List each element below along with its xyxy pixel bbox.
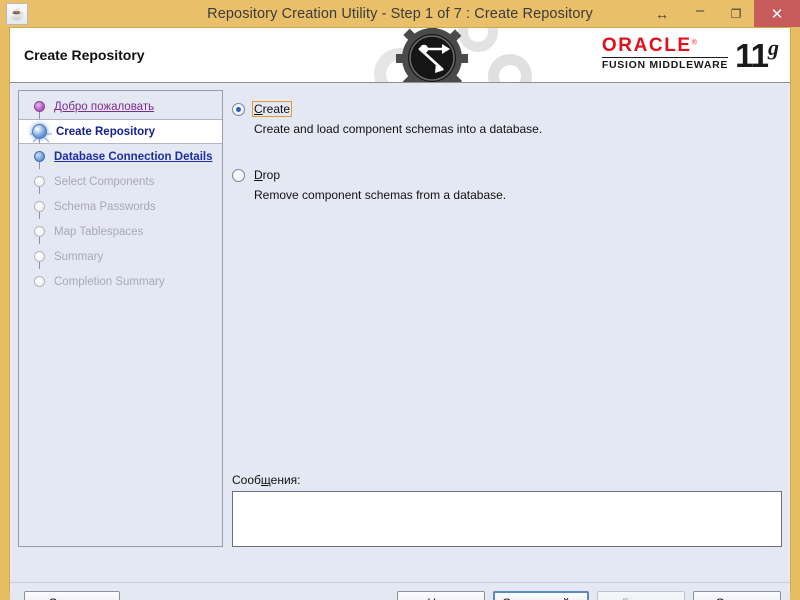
radio-drop-label[interactable]: Drop [252,167,282,183]
window-frame: Create Repository [9,27,791,591]
minimize-button[interactable]: – [682,0,718,27]
sidebar-item-database-connection-details[interactable]: Database Connection Details [19,144,222,169]
oracle-wordmark: ORACLE® [602,36,728,55]
title-bar: ☕ Repository Creation Utility - Step 1 o… [0,0,800,27]
radio-create-label[interactable]: Create [252,101,292,117]
page-title: Create Repository [24,47,145,63]
radio-drop-description: Remove component schemas from a database… [254,188,782,202]
radio-create-description: Create and load component schemas into a… [254,122,782,136]
oracle-logo: ORACLE® FUSION MIDDLEWARE 11g [602,36,778,71]
step-dot-visited-icon [34,101,45,112]
sidebar-item-schema-passwords: Schema Passwords [19,194,222,219]
finish-button: Готово [597,591,685,600]
next-button[interactable]: Следующий > [493,591,589,600]
sidebar-item-label: Map Tablespaces [54,226,143,238]
content-pane: Create Create and load component schemas… [232,90,782,547]
window-controls: ↔ – ❐ ✕ [642,0,800,27]
sidebar-item-label: Create Repository [56,126,155,138]
gears-icon [358,28,568,83]
wizard-step-list: Добро пожаловать Create Repository [19,91,222,294]
radio-create-control[interactable] [232,103,245,116]
sidebar-item-map-tablespaces: Map Tablespaces [19,219,222,244]
sidebar-item-create-repository[interactable]: Create Repository [19,119,222,144]
radio-option-create[interactable]: Create [232,100,782,118]
back-button[interactable]: < Назад [397,591,485,600]
sidebar-item-label: Select Components [54,176,154,188]
cancel-button[interactable]: Отмена [693,591,781,600]
sidebar-item-label: Добро пожаловать [54,101,154,113]
oracle-version: 11g [735,38,778,70]
sidebar-item-welcome[interactable]: Добро пожаловать [19,94,222,119]
oracle-subtitle: FUSION MIDDLEWARE [602,60,728,71]
messages-textarea[interactable] [232,491,782,547]
step-dot-disabled-icon [34,276,45,287]
sidebar-item-label: Summary [54,251,103,263]
step-dot-disabled-icon [34,201,45,212]
help-button[interactable]: Справка [24,591,120,600]
sidebar-item-select-components: Select Components [19,169,222,194]
step-dot-next-icon [34,151,45,162]
wizard-step-sidebar: Добро пожаловать Create Repository [18,90,223,547]
body-area: Добро пожаловать Create Repository [10,84,790,582]
messages-label: Сообщения: [232,473,782,487]
maximize-button[interactable]: ❐ [718,0,754,27]
messages-section: Сообщения: [232,473,782,547]
radio-drop-control[interactable] [232,169,245,182]
sidebar-item-label: Schema Passwords [54,201,156,213]
sidebar-item-label: Completion Summary [54,276,165,288]
step-dot-disabled-icon [34,251,45,262]
sidebar-item-completion-summary: Completion Summary [19,269,222,294]
banner: Create Repository [10,28,790,83]
logo-divider [602,57,728,58]
application-window: ☕ Repository Creation Utility - Step 1 o… [0,0,800,600]
step-dot-disabled-icon [34,176,45,187]
close-button[interactable]: ✕ [754,0,800,27]
java-coffee-cup-icon: ☕ [6,3,28,25]
radio-option-drop[interactable]: Drop [232,166,782,184]
sidebar-item-summary: Summary [19,244,222,269]
step-dot-active-icon [32,124,47,139]
sidebar-item-label: Database Connection Details [54,151,212,163]
operation-radio-group: Create Create and load component schemas… [232,90,782,202]
button-bar: Справка < Назад Следующий > Готово Отмен… [10,582,790,600]
step-dot-disabled-icon [34,226,45,237]
resize-move-icon[interactable]: ↔ [642,0,682,27]
